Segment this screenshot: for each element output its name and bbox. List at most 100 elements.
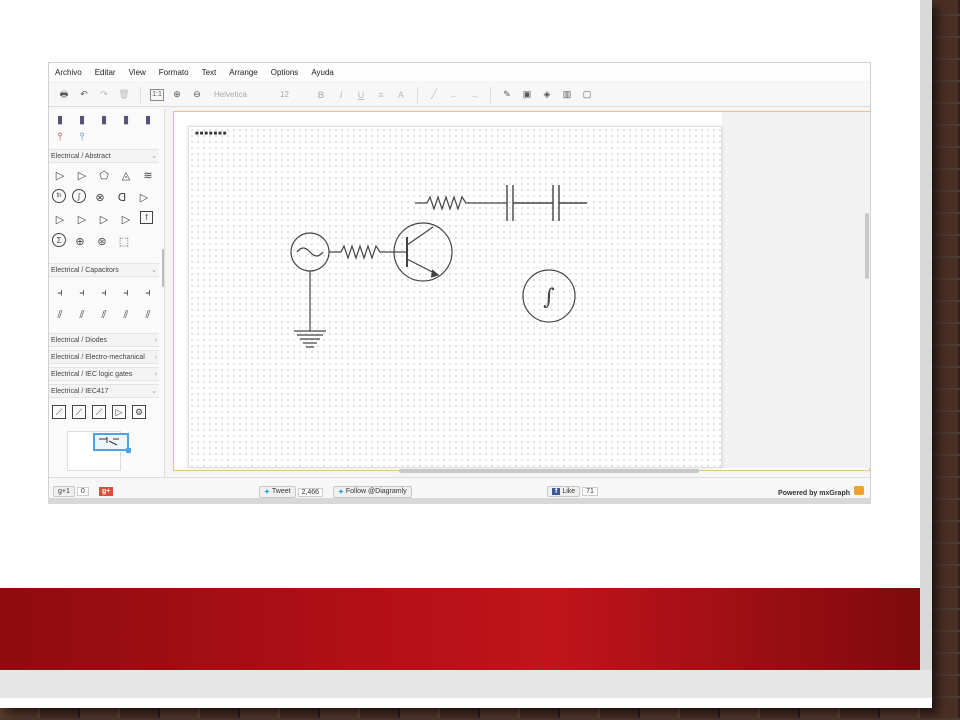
triangle-circle-shape-icon[interactable]: ◬	[118, 167, 134, 183]
iec417-symbol-icon[interactable]: ⟋	[72, 405, 86, 419]
zoom-out-icon[interactable]: ⊖	[190, 88, 204, 102]
powered-by-mxgraph[interactable]: Powered by mxGraph	[778, 486, 864, 497]
menu-editar[interactable]: Editar	[95, 68, 116, 77]
font-size-select[interactable]: 12	[276, 88, 308, 102]
battery-shape-icon[interactable]: ▮	[74, 111, 90, 127]
battery-shape-icon[interactable]: ▮	[96, 111, 112, 127]
menu-ayuda[interactable]: Ayuda	[311, 68, 334, 77]
iec417-symbol-icon[interactable]: ⟋	[52, 405, 66, 419]
summing-junction-shape-icon[interactable]: ⊕	[72, 233, 88, 249]
amplifier-shape-icon[interactable]: ▷	[52, 167, 68, 183]
amplifier-shape-icon[interactable]: ▷	[74, 167, 90, 183]
gplus-one-button[interactable]: g+1 0	[53, 486, 89, 497]
section-electrical-capacitors[interactable]: Electrical / Capacitors ⌄	[49, 263, 159, 277]
actual-size-button[interactable]: 1:1	[150, 88, 164, 101]
function-shape-icon[interactable]: fn	[52, 189, 66, 203]
variable-capacitor-shape-icon[interactable]: ⫽	[118, 307, 134, 323]
italic-button[interactable]: I	[334, 88, 348, 102]
menu-text[interactable]: Text	[202, 68, 217, 77]
section-electrical-abstract[interactable]: Electrical / Abstract ⌄	[49, 149, 159, 163]
section-electrical-iec417[interactable]: Electrical / IEC417 ⌄	[49, 384, 159, 398]
buffer-shape-icon[interactable]: ▷	[52, 211, 68, 227]
menu-formato[interactable]: Formato	[159, 68, 189, 77]
canvas-horizontal-scrollbar[interactable]	[399, 469, 699, 473]
iec417-symbol-icon[interactable]: ⟋	[92, 405, 106, 419]
variable-capacitor-shape-icon[interactable]: ⫽	[140, 307, 156, 323]
ac-source-shape[interactable]	[290, 232, 330, 272]
arrow-right-icon[interactable]: →	[467, 88, 481, 102]
mixer-shape-icon[interactable]: ⊛	[94, 233, 110, 249]
diagram-canvas[interactable]: ■■■■■■■ ∫	[173, 111, 870, 471]
battery-shape-icon[interactable]: ▮	[52, 111, 68, 127]
circuit-diagram: ∫	[290, 185, 587, 348]
font-color-button[interactable]: A	[394, 88, 408, 102]
menu-view[interactable]: View	[129, 68, 146, 77]
capacitor-shape-icon[interactable]: ⫞	[96, 285, 112, 301]
facebook-like-button[interactable]: f Like 71	[547, 486, 598, 497]
gradient-icon[interactable]: ▥	[560, 88, 574, 102]
npn-transistor-shape[interactable]	[393, 222, 453, 282]
capacitor-shape-icon[interactable]: ⫞	[52, 285, 68, 301]
delete-icon[interactable]: 🗑	[117, 88, 131, 102]
outline-resize-handle[interactable]	[126, 448, 131, 453]
amplifier-shape-icon[interactable]: ▷	[136, 189, 152, 205]
capacitor-shape-icon[interactable]: ⫞	[118, 285, 134, 301]
resistor-middle-shape[interactable]	[329, 244, 395, 260]
zoom-in-icon[interactable]: ⊕	[170, 88, 184, 102]
redo-icon[interactable]: ↷	[97, 88, 111, 102]
underline-button[interactable]: U	[354, 88, 368, 102]
canvas-vertical-scrollbar[interactable]	[865, 213, 869, 279]
filter-shape-icon[interactable]: ≋	[140, 167, 156, 183]
capacitor-top-1-shape[interactable]	[506, 185, 553, 221]
undo-icon[interactable]: ↶	[77, 88, 91, 102]
font-family-select[interactable]: Helvetica	[210, 88, 270, 102]
iec417-symbol-icon[interactable]: ▷	[112, 405, 126, 419]
menu-options[interactable]: Options	[271, 68, 299, 77]
buffer-bubble-shape-icon[interactable]: ▷	[74, 211, 90, 227]
menu-archivo[interactable]: Archivo	[55, 68, 82, 77]
capacitor-shape-icon[interactable]: ⫞	[140, 285, 156, 301]
section-electrical-electro-mechanical[interactable]: Electrical / Electro-mechanical ›	[49, 350, 159, 364]
google-plus-badge[interactable]: g+	[99, 487, 114, 496]
pentagon-shape-icon[interactable]: ⬠	[96, 167, 112, 183]
arrow-left-icon[interactable]: ←	[447, 88, 461, 102]
menu-arrange[interactable]: Arrange	[229, 68, 257, 77]
follow-diagramly-button[interactable]: ✦ Follow @Diagramly	[333, 485, 412, 498]
lamp-shape-icon[interactable]: ⫯	[52, 129, 68, 145]
tweet-button[interactable]: ✦ Tweet 2,466	[259, 485, 324, 498]
comparator-shape-icon[interactable]: ▷	[118, 211, 134, 227]
section-electrical-diodes[interactable]: Electrical / Diodes ›	[49, 333, 159, 347]
inverter-shape-icon[interactable]: ▷	[96, 211, 112, 227]
line-icon[interactable]: ╱	[427, 88, 441, 102]
function-box-shape-icon[interactable]: f	[140, 211, 153, 224]
ground-shape[interactable]	[294, 271, 326, 348]
capacitor-top-2-shape[interactable]	[552, 185, 587, 221]
variable-capacitor-shape-icon[interactable]: ⫽	[74, 307, 90, 323]
diagramly-app-window: Archivo Editar View Formato Text Arrange…	[48, 62, 871, 504]
print-icon[interactable]: 🖶	[57, 88, 71, 102]
iec417-symbol-icon[interactable]: ⚙	[132, 405, 146, 419]
variable-capacitor-shape-icon[interactable]: ⫽	[52, 307, 68, 323]
bold-button[interactable]: B	[314, 88, 328, 102]
and-gate-shape-icon[interactable]: ᗡ	[114, 189, 130, 205]
capacitor-shape-icon[interactable]: ⫞	[74, 285, 90, 301]
battery-shape-icon[interactable]: ▮	[118, 111, 134, 127]
multiplier-shape-icon[interactable]: ⊗	[92, 189, 108, 205]
resistor-top-shape[interactable]	[415, 195, 507, 211]
integral-shape-icon[interactable]: ∫	[72, 189, 86, 203]
diagram-page[interactable]: ■■■■■■■ ∫	[188, 126, 722, 468]
delay-shape-icon[interactable]: ⬚	[116, 233, 132, 249]
sum-shape-icon[interactable]: Σ	[52, 233, 66, 247]
variable-capacitor-shape-icon[interactable]: ⫽	[96, 307, 112, 323]
shadow-icon[interactable]: ▢	[580, 88, 594, 102]
image-icon[interactable]: ▣	[520, 88, 534, 102]
sidebar-scrollbar[interactable]	[162, 249, 164, 287]
pencil-icon[interactable]: ✎	[500, 88, 514, 102]
antenna-shape-icon[interactable]: ⫯	[74, 129, 90, 145]
align-icon[interactable]: ≡	[374, 88, 388, 102]
battery-shape-icon[interactable]: ▮	[140, 111, 156, 127]
facebook-icon: f	[552, 488, 561, 495]
outline-viewport[interactable]	[93, 433, 129, 451]
section-electrical-iec-logic-gates[interactable]: Electrical / IEC logic gates ›	[49, 367, 159, 381]
fill-color-icon[interactable]: ◈	[540, 88, 554, 102]
